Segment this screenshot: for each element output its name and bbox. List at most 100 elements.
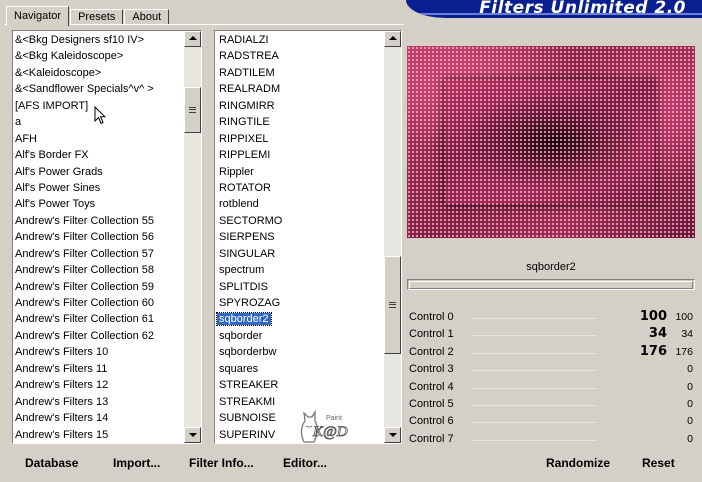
filter-list-item[interactable]: STREAKER — [217, 377, 384, 393]
filter-item-label: RADSTREA — [219, 50, 279, 63]
filter-list-item[interactable]: SECTORMO — [217, 213, 384, 229]
control-value[interactable]: 0 — [687, 433, 693, 445]
control-slider-track[interactable] — [471, 387, 597, 389]
import-button[interactable]: Import... — [113, 456, 160, 470]
category-list-item[interactable]: Alf's Power Toys — [13, 196, 184, 212]
control-value[interactable]: 0 — [687, 363, 693, 375]
filter-list-item[interactable]: RADIALZI — [217, 32, 384, 48]
filter-list-item[interactable]: RIPPIXEL — [217, 131, 384, 147]
category-list-item[interactable]: Andrew's Filters 15 — [13, 427, 184, 443]
category-list-item[interactable]: Alf's Power Grads — [13, 164, 184, 180]
reset-button[interactable]: Reset — [642, 456, 675, 470]
category-list-item[interactable]: Andrew's Filter Collection 61 — [13, 311, 184, 327]
control-slider-track[interactable] — [471, 335, 597, 337]
category-list-item[interactable]: Andrew's Filters 14 — [13, 410, 184, 426]
category-scroll-up-button[interactable] — [184, 31, 201, 47]
category-list-item[interactable]: &<Sandflower Specials^v^ > — [13, 81, 184, 97]
category-scroll-down-button[interactable] — [184, 427, 201, 443]
filter-list-item[interactable]: Rippler — [217, 164, 384, 180]
bottom-button-bar: Database Import... Filter Info... Editor… — [0, 448, 702, 482]
category-scrollbar[interactable] — [184, 31, 201, 443]
category-list-item[interactable]: AFH — [13, 131, 184, 147]
category-list-item[interactable]: Andrew's Filters 10 — [13, 344, 184, 360]
filter-list-item-selected[interactable]: sqborder2 — [216, 311, 384, 327]
control-value[interactable]: 0 — [687, 398, 693, 410]
tab-presets[interactable]: Presets — [70, 9, 124, 25]
control-slider-track[interactable] — [471, 422, 597, 424]
filter-list-item[interactable]: RINGTILE — [217, 114, 384, 130]
control-row[interactable]: Control 7 0 — [407, 431, 697, 448]
control-slider-track[interactable] — [471, 352, 597, 354]
control-value[interactable]: 0 — [687, 381, 693, 393]
filter-list-item[interactable]: RIPPLEMI — [217, 147, 384, 163]
category-list-item[interactable]: Andrew's Filter Collection 59 — [13, 279, 184, 295]
filter-scroll-thumb[interactable] — [384, 256, 401, 354]
category-list-item[interactable]: &<Kaleidoscope> — [13, 65, 184, 81]
filter-list-item[interactable]: sqborder — [217, 328, 384, 344]
control-slider-track[interactable] — [471, 404, 597, 406]
filter-info-button-label: Filter Info... — [189, 456, 254, 470]
filter-info-button[interactable]: Filter Info... — [189, 456, 254, 470]
control-value[interactable]: 0 — [687, 415, 693, 427]
control-label: Control 5 — [409, 397, 454, 410]
control-slider-track[interactable] — [471, 439, 597, 441]
filter-list-item[interactable]: RADTILEM — [217, 65, 384, 81]
category-list-item[interactable]: Alf's Border FX — [13, 147, 184, 163]
category-list-item[interactable]: Andrew's Filter Collection 58 — [13, 262, 184, 278]
control-display-value: 100 — [639, 309, 667, 324]
tab-strip: Navigator Presets About — [6, 5, 170, 26]
filter-list-item[interactable]: sqborderbw — [217, 344, 384, 360]
category-item-label: Andrew's Filter Collection 55 — [15, 214, 155, 227]
control-row[interactable]: Control 3 0 — [407, 361, 697, 378]
control-label: Control 7 — [409, 432, 454, 445]
filter-list-item[interactable]: ROTATOR — [217, 180, 384, 196]
tab-navigator[interactable]: Navigator — [6, 6, 70, 26]
filter-scroll-up-button[interactable] — [384, 31, 401, 47]
control-value[interactable]: 100 — [675, 311, 693, 323]
category-item-label: Andrew's Filters 15 — [15, 428, 109, 441]
category-list-item[interactable]: &<Bkg Designers sf10 IV> — [13, 32, 184, 48]
filter-list-items: RADIALZI RADSTREA RADTILEM REALRADM RINGMIRR… — [215, 31, 384, 443]
category-list-item[interactable]: Andrew's Filters 12 — [13, 377, 184, 393]
category-list-item[interactable]: Andrew's Filter Collection 56 — [13, 229, 184, 245]
filter-list-item[interactable]: rotblend — [217, 196, 384, 212]
filter-list-item[interactable]: spectrum — [217, 262, 384, 278]
filter-list-item[interactable]: REALRADM — [217, 81, 384, 97]
category-list-item[interactable]: Andrew's Filter Collection 55 — [13, 213, 184, 229]
category-list-item[interactable]: Andrew's Filter Collection 57 — [13, 246, 184, 262]
control-row[interactable]: Control 0 100 100 — [407, 309, 697, 326]
control-value[interactable]: 34 — [681, 328, 693, 340]
filter-list-item[interactable]: SIERPENS — [217, 229, 384, 245]
category-list-item[interactable]: &<Bkg Kaleidoscope> — [13, 48, 184, 64]
control-row[interactable]: Control 4 0 — [407, 379, 697, 396]
filter-list[interactable]: RADIALZI RADSTREA RADTILEM REALRADM RINGMIRR… — [214, 30, 402, 444]
category-list-item[interactable]: Andrew's Filter Collection 60 — [13, 295, 184, 311]
category-list-item[interactable]: Andrew's Filters 13 — [13, 394, 184, 410]
grip-icon — [389, 302, 396, 308]
filter-scrollbar[interactable] — [384, 31, 401, 443]
category-list-item[interactable]: Alf's Power Sines — [13, 180, 184, 196]
filter-list-item[interactable]: RINGMIRR — [217, 98, 384, 114]
filter-list-item[interactable]: RADSTREA — [217, 48, 384, 64]
control-slider-track[interactable] — [471, 370, 597, 372]
randomize-button[interactable]: Randomize — [546, 456, 610, 470]
filter-scroll-down-button[interactable] — [384, 427, 401, 443]
filter-list-item[interactable]: squares — [217, 361, 384, 377]
database-button[interactable]: Database — [25, 456, 78, 470]
control-value[interactable]: 176 — [675, 346, 693, 358]
control-row[interactable]: Control 6 0 — [407, 413, 697, 430]
category-list-item[interactable]: Andrew's Filters 11 — [13, 361, 184, 377]
filter-list-item[interactable]: SPYROZAG — [217, 295, 384, 311]
control-slider-track[interactable] — [471, 318, 597, 319]
tab-about[interactable]: About — [124, 9, 170, 25]
category-list[interactable]: &<Bkg Designers sf10 IV> &<Bkg Kaleidosco… — [12, 30, 202, 444]
filter-item-label: sqborder — [219, 329, 263, 342]
editor-button[interactable]: Editor... — [283, 456, 327, 470]
filter-list-item[interactable]: SPLITDIS — [217, 279, 384, 295]
filter-list-item[interactable]: SINGULAR — [217, 246, 384, 262]
control-row[interactable]: Control 5 0 — [407, 396, 697, 413]
control-row[interactable]: Control 1 34 34 — [407, 326, 697, 343]
category-list-item[interactable]: Andrew's Filter Collection 62 — [13, 328, 184, 344]
control-row[interactable]: Control 2 176 176 — [407, 344, 697, 361]
category-scroll-thumb[interactable] — [184, 87, 201, 133]
